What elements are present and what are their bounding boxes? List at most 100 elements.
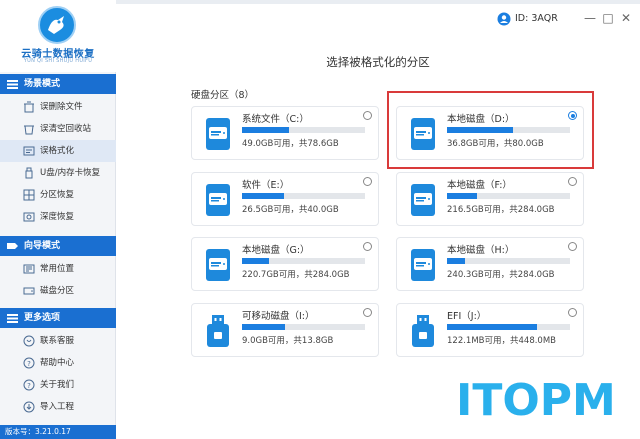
user-id[interactable]: ID: 3AQR xyxy=(497,11,558,27)
drive-radio-button[interactable] xyxy=(568,111,577,120)
section-header-label: 向导模式 xyxy=(24,241,61,251)
sidebar-item-about-us[interactable]: ? 关于我们 xyxy=(0,374,116,396)
drive-radio-button[interactable] xyxy=(363,308,372,317)
drive-radio-button[interactable] xyxy=(568,177,577,186)
drive-usage-bar xyxy=(447,324,570,330)
drive-card[interactable]: 本地磁盘（F:） 216.5GB可用，共284.0GB xyxy=(396,172,584,226)
drive-usage-bar xyxy=(447,127,570,133)
logo: 云骑士数据恢复 YUN QI SHI SHUJU HUIFU xyxy=(0,0,116,72)
drive-usage-bar xyxy=(242,324,365,330)
page-title: 选择被格式化的分区 xyxy=(326,55,430,69)
section-header-scene-mode[interactable]: 场景模式 xyxy=(0,74,116,94)
drive-size-text: 36.8GB可用，共80.0GB xyxy=(447,139,544,149)
drive-radio-button[interactable] xyxy=(568,308,577,317)
drive-usage-bar xyxy=(242,127,365,133)
location-icon xyxy=(23,264,35,274)
sidebar-item-usb-recovery[interactable]: U盘/内存卡恢复 xyxy=(0,162,116,184)
usb-drive-icon xyxy=(207,315,229,347)
logo-icon xyxy=(38,6,76,44)
drive-usage-bar xyxy=(447,258,570,264)
drive-usage-fill xyxy=(242,324,286,330)
hard-disk-icon xyxy=(206,118,230,150)
section-header-label: 更多选项 xyxy=(24,313,61,323)
svg-text:ITOPM: ITOPM xyxy=(456,375,616,423)
drive-radio-button[interactable] xyxy=(363,177,372,186)
sidebar-item-contact-support[interactable]: 联系客服 xyxy=(0,330,116,352)
watermark-logo: ITOPM I xyxy=(448,369,640,427)
sidebar-item-partition-recovery[interactable]: 分区恢复 xyxy=(0,184,116,206)
sidebar-item-deleted-files[interactable]: 误删除文件 xyxy=(0,96,116,118)
sidebar-item-empty-recycle-bin[interactable]: 误清空回收站 xyxy=(0,118,116,140)
drive-usage-fill xyxy=(242,193,284,199)
svg-text:?: ? xyxy=(27,382,31,390)
sidebar-item-format[interactable]: 误格式化 xyxy=(0,140,116,162)
drive-card[interactable]: 可移动磁盘（I:） 9.0GB可用，共13.8GB xyxy=(191,303,379,357)
hard-disk-icon xyxy=(411,184,435,216)
drive-usage-fill xyxy=(447,258,466,264)
drive-name: 本地磁盘（D:） xyxy=(447,114,515,125)
drive-radio-button[interactable] xyxy=(363,242,372,251)
drive-name: EFI（J:） xyxy=(447,311,487,322)
sidebar-item-label: 常用位置 xyxy=(40,264,75,274)
drive-usage-bar xyxy=(447,193,570,199)
hard-disk-icon xyxy=(411,249,435,281)
sidebar-item-import-project[interactable]: 导入工程 xyxy=(0,396,116,418)
drive-usage-fill xyxy=(447,193,477,199)
drive-radio-button[interactable] xyxy=(568,242,577,251)
drive-name: 系统文件（C:） xyxy=(242,114,309,125)
sidebar-item-common-locations[interactable]: 常用位置 xyxy=(0,258,116,280)
help-icon: ? xyxy=(23,357,35,369)
drive-size-text: 220.7GB可用，共284.0GB xyxy=(242,270,350,280)
drive-name: 软件（E:） xyxy=(242,180,290,191)
section-header-label: 场景模式 xyxy=(24,79,61,89)
drive-card[interactable]: 系统文件（C:） 49.0GB可用，共78.6GB xyxy=(191,106,379,160)
menu-icon xyxy=(7,314,18,323)
drive-size-text: 216.5GB可用，共284.0GB xyxy=(447,205,555,215)
sidebar-item-label: 误删除文件 xyxy=(40,102,83,112)
partition-icon xyxy=(23,189,35,201)
section-header-wizard-mode[interactable]: 向导模式 xyxy=(0,236,116,256)
format-icon xyxy=(23,146,35,156)
deep-scan-icon xyxy=(23,212,35,222)
sidebar-item-label: 导入工程 xyxy=(40,402,75,412)
drive-usage-fill xyxy=(242,127,289,133)
drive-card[interactable]: 软件（E:） 26.5GB可用，共40.0GB xyxy=(191,172,379,226)
drive-usage-fill xyxy=(447,324,537,330)
drive-card[interactable]: EFI（J:） 122.1MB可用，共448.0MB xyxy=(396,303,584,357)
drive-card[interactable]: 本地磁盘（D:） 36.8GB可用，共80.0GB xyxy=(396,106,584,160)
minimize-button[interactable]: — xyxy=(583,10,597,26)
maximize-button[interactable]: □ xyxy=(601,10,615,26)
drive-usage-fill xyxy=(447,127,514,133)
sidebar-item-label: 帮助中心 xyxy=(40,358,75,368)
logo-subtitle: YUN QI SHI SHUJU HUIFU xyxy=(23,58,93,64)
sidebar-item-label: 关于我们 xyxy=(40,380,75,390)
list-icon xyxy=(7,80,18,89)
drive-card[interactable]: 本地磁盘（H:） 240.3GB可用，共284.0GB xyxy=(396,237,584,291)
sidebar: 云骑士数据恢复 YUN QI SHI SHUJU HUIFU 场景模式 误删除文… xyxy=(0,0,116,439)
sidebar-item-label: 深度恢复 xyxy=(40,212,75,222)
drive-size-text: 26.5GB可用，共40.0GB xyxy=(242,205,339,215)
sidebar-item-label: 分区恢复 xyxy=(40,190,75,200)
drive-size-text: 122.1MB可用，共448.0MB xyxy=(447,336,556,346)
drive-card[interactable]: 本地磁盘（G:） 220.7GB可用，共284.0GB xyxy=(191,237,379,291)
drive-radio-button[interactable] xyxy=(363,111,372,120)
drive-usage-fill xyxy=(242,258,270,264)
hard-disk-icon xyxy=(206,249,230,281)
close-button[interactable]: ✕ xyxy=(619,10,633,26)
sidebar-item-disk-partitions[interactable]: 磁盘分区 xyxy=(0,280,116,302)
trash-icon xyxy=(24,125,34,135)
support-icon xyxy=(23,335,35,347)
info-icon: ? xyxy=(23,379,35,391)
disk-icon xyxy=(23,287,35,295)
hard-disk-icon xyxy=(411,118,435,150)
section-header-more-options[interactable]: 更多选项 xyxy=(0,308,116,328)
sidebar-item-label: U盘/内存卡恢复 xyxy=(40,168,101,178)
user-id-text: ID: 3AQR xyxy=(515,13,558,24)
svg-text:?: ? xyxy=(27,360,31,368)
sidebar-item-label: 误格式化 xyxy=(40,146,75,156)
partition-group-label: 硬盘分区（8） xyxy=(191,90,255,101)
sidebar-item-help-center[interactable]: ? 帮助中心 xyxy=(0,352,116,374)
recycle-icon xyxy=(24,101,34,113)
sidebar-item-deep-recovery[interactable]: 深度恢复 xyxy=(0,206,116,228)
drive-size-text: 9.0GB可用，共13.8GB xyxy=(242,336,334,346)
